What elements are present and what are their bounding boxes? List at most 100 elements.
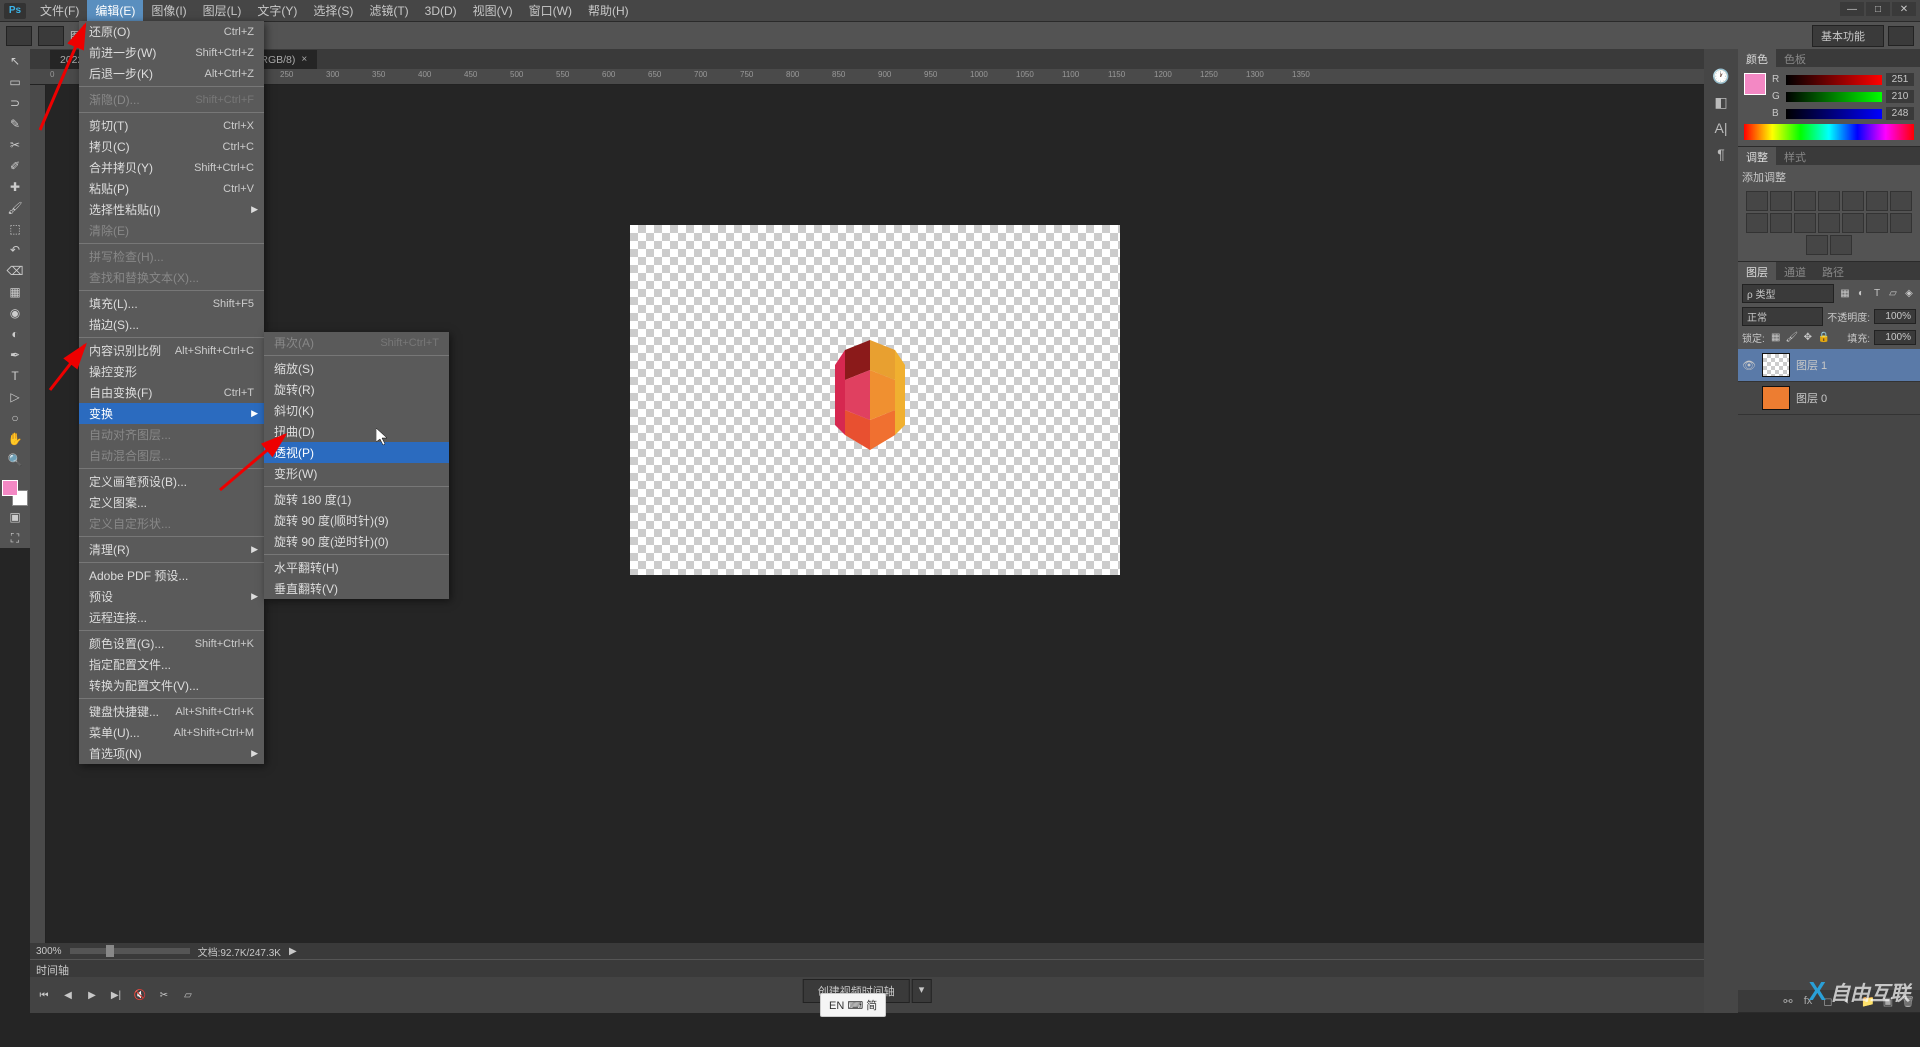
menu-item[interactable]: 合并拷贝(Y)Shift+Ctrl+C	[79, 157, 264, 178]
type-tool[interactable]: T	[3, 366, 27, 386]
tab-close-icon[interactable]: ×	[301, 54, 307, 65]
hand-tool[interactable]: ✋	[3, 429, 27, 449]
history-brush-tool[interactable]: ↶	[3, 240, 27, 260]
menu-item[interactable]: 透视(P)	[264, 442, 449, 463]
timeline-panel-tab[interactable]: 时间轴	[30, 959, 1704, 977]
menu-item[interactable]: 还原(O)Ctrl+Z	[79, 21, 264, 42]
brush-tool[interactable]: 🖌	[3, 198, 27, 218]
color-spectrum[interactable]	[1744, 124, 1914, 140]
layer-row[interactable]: 👁 图层 1	[1738, 349, 1920, 382]
menu-item[interactable]: 旋转(R)	[264, 379, 449, 400]
menu-item[interactable]: 指定配置文件...	[79, 654, 264, 675]
layer-thumbnail[interactable]	[1762, 353, 1790, 377]
menu-item[interactable]: 垂直翻转(V)	[264, 578, 449, 599]
pen-tool[interactable]: ✒	[3, 345, 27, 365]
menu-item[interactable]: 自由变换(F)Ctrl+T	[79, 382, 264, 403]
layers-tab[interactable]: 图层	[1738, 262, 1776, 280]
adj-exposure[interactable]	[1818, 191, 1840, 211]
adj-posterize[interactable]	[1866, 213, 1888, 233]
filter-shape-icon[interactable]: ▱	[1886, 287, 1900, 301]
menu-item[interactable]: 定义图案...	[79, 492, 264, 513]
menu-filter[interactable]: 滤镜(T)	[361, 0, 416, 22]
menu-item[interactable]: 内容识别比例Alt+Shift+Ctrl+C	[79, 340, 264, 361]
menu-item[interactable]: 定义画笔预设(B)...	[79, 471, 264, 492]
properties-panel-icon[interactable]: ◧	[1709, 91, 1733, 113]
menu-item[interactable]: 斜切(K)	[264, 400, 449, 421]
timeline-audio[interactable]: 🔇	[132, 987, 148, 1003]
adj-channelmixer[interactable]	[1794, 213, 1816, 233]
fill-value[interactable]: 100%	[1874, 330, 1916, 345]
paragraph-panel-icon[interactable]: ¶	[1709, 143, 1733, 165]
link-layers-icon[interactable]: ⚯	[1780, 993, 1796, 1009]
layer-name[interactable]: 图层 0	[1796, 390, 1827, 406]
menu-help[interactable]: 帮助(H)	[580, 0, 637, 22]
menu-item[interactable]: 清理(R)▶	[79, 539, 264, 560]
adj-invert[interactable]	[1842, 213, 1864, 233]
menu-item[interactable]: 后退一步(K)Alt+Ctrl+Z	[79, 63, 264, 84]
color-swatches[interactable]	[2, 480, 28, 506]
adj-levels[interactable]	[1770, 191, 1792, 211]
color-tab[interactable]: 颜色	[1738, 49, 1776, 67]
menu-file[interactable]: 文件(F)	[32, 0, 87, 22]
adj-curves[interactable]	[1794, 191, 1816, 211]
menu-item[interactable]: 旋转 180 度(1)	[264, 489, 449, 510]
marquee-tool[interactable]: ▭	[3, 72, 27, 92]
history-panel-icon[interactable]: 🕐	[1709, 65, 1733, 87]
menu-item[interactable]: 颜色设置(G)...Shift+Ctrl+K	[79, 633, 264, 654]
g-slider[interactable]	[1786, 92, 1882, 102]
adj-gradientmap[interactable]	[1806, 235, 1828, 255]
menu-item[interactable]: 旋转 90 度(逆时针)(0)	[264, 531, 449, 552]
healing-tool[interactable]: ✚	[3, 177, 27, 197]
adj-threshold[interactable]	[1890, 213, 1912, 233]
stamp-tool[interactable]: ⬚	[3, 219, 27, 239]
shape-tool[interactable]: ○	[3, 408, 27, 428]
path-select-tool[interactable]: ▷	[3, 387, 27, 407]
adj-colorbalance[interactable]	[1890, 191, 1912, 211]
lock-all-icon[interactable]: 🔒	[1817, 331, 1831, 345]
menu-item[interactable]: 粘贴(P)Ctrl+V	[79, 178, 264, 199]
menu-item[interactable]: 描边(S)...	[79, 314, 264, 335]
r-slider[interactable]	[1786, 75, 1882, 85]
maximize-button[interactable]: □	[1866, 2, 1890, 16]
menu-item[interactable]: 拷贝(C)Ctrl+C	[79, 136, 264, 157]
adjustments-tab[interactable]: 调整	[1738, 147, 1776, 165]
tool-preset-icon[interactable]	[6, 26, 32, 46]
swatches-tab[interactable]: 色板	[1776, 49, 1814, 67]
blur-tool[interactable]: ◉	[3, 303, 27, 323]
menu-3d[interactable]: 3D(D)	[417, 1, 465, 21]
character-panel-icon[interactable]: A|	[1709, 117, 1733, 139]
timeline-prev-frame[interactable]: ◀	[60, 987, 76, 1003]
csx-icon[interactable]	[1888, 26, 1914, 46]
filter-adjust-icon[interactable]: ◐	[1854, 287, 1868, 301]
ime-indicator[interactable]: EN ⌨ 简	[820, 993, 886, 1017]
paths-tab[interactable]: 路径	[1814, 262, 1852, 280]
move-tool[interactable]: ↖	[3, 51, 27, 71]
adj-selectivecolor[interactable]	[1830, 235, 1852, 255]
styles-tab[interactable]: 样式	[1776, 147, 1814, 165]
lasso-tool[interactable]: ⊃	[3, 93, 27, 113]
minimize-button[interactable]: —	[1840, 2, 1864, 16]
menu-item[interactable]: 选择性粘贴(I)▶	[79, 199, 264, 220]
dodge-tool[interactable]: ◐	[3, 324, 27, 344]
r-value[interactable]: 251	[1886, 73, 1914, 86]
menu-item[interactable]: 菜单(U)...Alt+Shift+Ctrl+M	[79, 722, 264, 743]
menu-window[interactable]: 窗口(W)	[521, 0, 580, 22]
menu-item[interactable]: 填充(L)...Shift+F5	[79, 293, 264, 314]
b-slider[interactable]	[1786, 109, 1882, 119]
menu-type[interactable]: 文字(Y)	[249, 0, 305, 22]
gradient-tool[interactable]: ▦	[3, 282, 27, 302]
lock-transparency-icon[interactable]: ▦	[1769, 331, 1783, 345]
visibility-icon[interactable]: 👁	[1742, 359, 1756, 372]
layer-row[interactable]: 图层 0	[1738, 382, 1920, 415]
canvas[interactable]	[630, 225, 1120, 575]
layer-filter-kind[interactable]: ρ 类型	[1742, 284, 1834, 303]
menu-item[interactable]: 转换为配置文件(V)...	[79, 675, 264, 696]
menu-item[interactable]: 预设▶	[79, 586, 264, 607]
info-arrow-icon[interactable]: ▶	[289, 946, 297, 957]
quick-select-tool[interactable]: ✎	[3, 114, 27, 134]
crop-tool[interactable]: ✂	[3, 135, 27, 155]
menu-item[interactable]: 变形(W)	[264, 463, 449, 484]
menu-item[interactable]: 水平翻转(H)	[264, 557, 449, 578]
menu-item[interactable]: 变换▶	[79, 403, 264, 424]
timeline-transition[interactable]: ▱	[180, 987, 196, 1003]
